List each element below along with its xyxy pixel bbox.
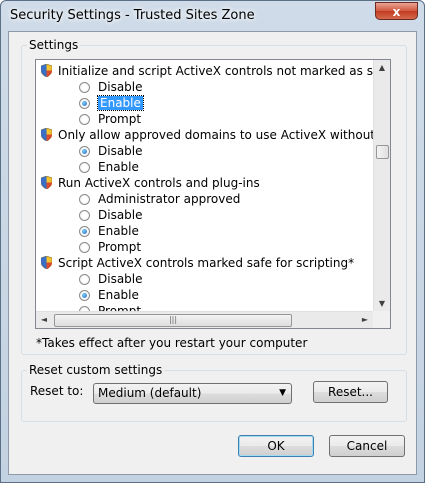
horizontal-scroll-thumb[interactable]: ||| — [54, 314, 292, 327]
radio-button[interactable] — [79, 242, 90, 253]
window-title: Security Settings - Trusted Sites Zone — [10, 8, 255, 23]
radio-button[interactable] — [79, 162, 90, 173]
setting-option[interactable]: Enable — [79, 159, 139, 175]
setting-option-label: Prompt — [98, 240, 142, 254]
scroll-left-arrow-icon[interactable]: ◄ — [36, 312, 52, 328]
settings-list[interactable]: Initialize and script ActiveX controls n… — [35, 59, 391, 329]
reset-to-label: Reset to: — [30, 384, 84, 398]
dialog-client-area: Settings Initialize and script ActiveX c… — [8, 31, 417, 475]
scroll-down-arrow-icon[interactable]: ▼ — [374, 296, 390, 312]
shield-icon — [41, 256, 52, 269]
vertical-scroll-thumb[interactable] — [376, 145, 389, 159]
shield-icon — [41, 64, 52, 77]
radio-button[interactable] — [79, 274, 90, 285]
setting-category[interactable]: Initialize and script ActiveX controls n… — [41, 63, 390, 79]
restart-note: *Takes effect after you restart your com… — [36, 336, 308, 350]
scroll-up-arrow-icon[interactable]: ▲ — [374, 60, 390, 76]
setting-category[interactable]: Only allow approved domains to use Activ… — [41, 127, 391, 143]
scroll-corner — [373, 311, 390, 328]
vertical-scrollbar[interactable]: ▲ ▼ — [373, 60, 390, 312]
setting-option-label: Disable — [98, 208, 143, 222]
setting-option[interactable]: Disable — [79, 207, 143, 223]
radio-button[interactable] — [79, 114, 90, 125]
setting-option[interactable]: Administrator approved — [79, 191, 241, 207]
setting-option[interactable]: Disable — [79, 79, 143, 95]
setting-option-label: Enable — [98, 160, 139, 174]
reset-group-label: Reset custom settings — [27, 363, 165, 377]
radio-button[interactable] — [79, 210, 90, 221]
setting-option-label: Disable — [98, 272, 143, 286]
scroll-right-arrow-icon[interactable]: ► — [357, 312, 373, 328]
radio-button[interactable] — [79, 194, 90, 205]
radio-button[interactable] — [79, 98, 90, 109]
setting-category-label: Script ActiveX controls marked safe for … — [58, 256, 355, 270]
dialog-window: Security Settings - Trusted Sites Zone x… — [0, 0, 425, 483]
chevron-down-icon: ▼ — [279, 388, 286, 398]
setting-category-label: Only allow approved domains to use Activ… — [58, 128, 391, 142]
shield-icon — [41, 128, 52, 141]
setting-option-label: Administrator approved — [98, 192, 241, 206]
setting-option-label: Enable — [97, 95, 144, 111]
ok-button[interactable]: OK — [238, 435, 314, 457]
setting-option-label: Enable — [98, 288, 139, 302]
reset-level-dropdown[interactable]: Medium (default) ▼ — [93, 383, 292, 404]
radio-button[interactable] — [79, 226, 90, 237]
setting-option-label: Disable — [98, 144, 143, 158]
reset-button[interactable]: Reset... — [313, 381, 388, 403]
setting-option-label: Prompt — [98, 112, 142, 126]
setting-option[interactable]: Enable — [79, 223, 139, 239]
settings-group-label: Settings — [27, 38, 81, 52]
radio-button[interactable] — [79, 82, 90, 93]
close-button[interactable]: x — [375, 2, 418, 20]
setting-option[interactable]: Disable — [79, 143, 143, 159]
setting-option[interactable]: Enable — [79, 95, 144, 111]
shield-icon — [41, 176, 52, 189]
setting-category[interactable]: Script ActiveX controls marked safe for … — [41, 255, 355, 271]
setting-option[interactable]: Disable — [79, 271, 143, 287]
horizontal-scrollbar[interactable]: ◄ ||| ► — [36, 311, 373, 328]
cancel-button[interactable]: Cancel — [329, 435, 405, 457]
setting-option-label: Disable — [98, 80, 143, 94]
setting-category[interactable]: Run ActiveX controls and plug-ins — [41, 175, 260, 191]
reset-level-value: Medium (default) — [98, 386, 202, 400]
radio-button[interactable] — [79, 146, 90, 157]
setting-option-label: Enable — [98, 224, 139, 238]
setting-category-label: Initialize and script ActiveX controls n… — [58, 64, 390, 78]
setting-option[interactable]: Prompt — [79, 111, 142, 127]
close-icon: x — [392, 5, 401, 19]
radio-button[interactable] — [79, 290, 90, 301]
setting-category-label: Run ActiveX controls and plug-ins — [58, 176, 260, 190]
setting-option[interactable]: Prompt — [79, 239, 142, 255]
title-bar[interactable]: Security Settings - Trusted Sites Zone x — [1, 1, 424, 31]
setting-option[interactable]: Enable — [79, 287, 139, 303]
